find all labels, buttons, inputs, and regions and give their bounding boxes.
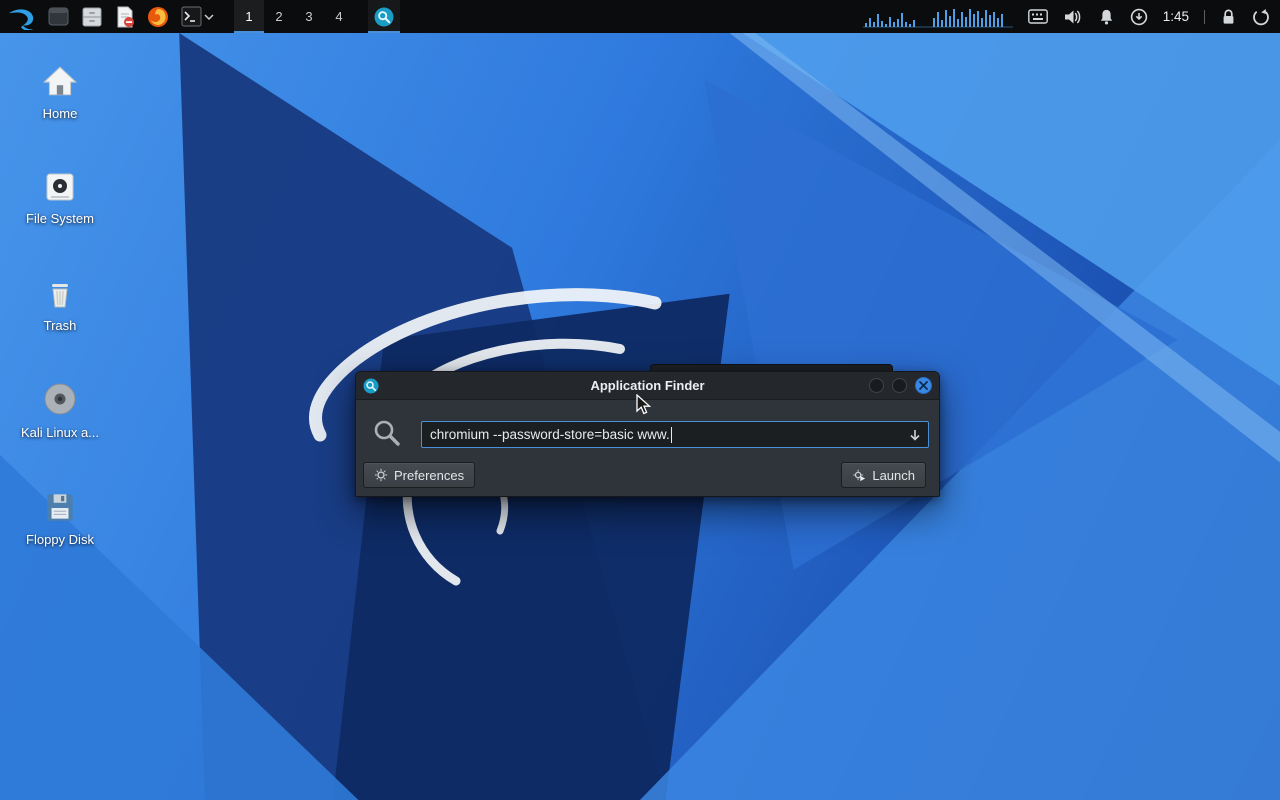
workspace-label: 2 (275, 9, 283, 24)
text-editor-launcher[interactable] (109, 0, 141, 33)
desktop-icon-label: File System (26, 211, 94, 226)
terminal-dropdown[interactable] (204, 0, 220, 33)
search-input[interactable]: chromium --password-store=basic www. (421, 421, 929, 448)
desktop-icon-kali-cdrom[interactable]: Kali Linux a... (8, 377, 112, 440)
close-button[interactable] (915, 377, 932, 394)
home-icon (8, 58, 112, 100)
firefox-launcher[interactable] (141, 0, 175, 33)
taskbar-application-finder[interactable] (368, 0, 400, 33)
kali-menu-icon (8, 8, 34, 30)
window-launcher[interactable] (42, 0, 75, 33)
desktop-icon-label: Home (42, 106, 78, 121)
firefox-icon (148, 6, 168, 27)
app-finder-window-icon (363, 378, 379, 393)
maximize-button[interactable] (892, 378, 907, 393)
session-power-icon[interactable] (1252, 8, 1270, 26)
file-manager-icon (82, 7, 102, 26)
chevron-down-icon (204, 13, 214, 20)
notifications-bell-icon[interactable] (1098, 8, 1115, 26)
search-input-value: chromium --password-store=basic www. (430, 427, 670, 442)
application-finder-window: Application Finder chromium --password-s… (355, 371, 940, 497)
workspace-label: 1 (245, 9, 253, 24)
workspace-4[interactable]: 4 (324, 0, 354, 33)
window-title: Application Finder (590, 378, 705, 393)
disc-icon (8, 377, 112, 419)
top-panel: 1 2 3 4 1:45 (0, 0, 1280, 33)
workspace-1[interactable]: 1 (234, 0, 264, 33)
updates-icon[interactable] (1130, 8, 1148, 26)
file-manager-launcher[interactable] (75, 0, 109, 33)
desktop-icon-file-system[interactable]: File System (8, 163, 112, 226)
desktop-icon-home[interactable]: Home (8, 58, 112, 121)
gear-icon (374, 468, 388, 482)
minimize-button[interactable] (869, 378, 884, 393)
clock[interactable]: 1:45 (1163, 9, 1189, 24)
terminal-launcher[interactable] (175, 0, 204, 33)
cpu-graph[interactable] (862, 6, 1013, 28)
history-dropdown-icon[interactable] (908, 428, 922, 442)
desktop-icon-floppy[interactable]: Floppy Disk (8, 484, 112, 547)
window-icon (48, 7, 69, 26)
text-caret (670, 426, 673, 443)
panel-separator (1204, 9, 1205, 24)
screen: Home File System Trash Kali Linux a... F… (0, 0, 1280, 800)
preferences-button-label: Preferences (394, 467, 465, 483)
lock-icon[interactable] (1220, 8, 1237, 26)
close-icon (919, 381, 928, 390)
keyboard-indicator-icon[interactable] (1027, 9, 1048, 24)
applications-menu-button[interactable] (0, 0, 42, 33)
desktop-icon-trash[interactable]: Trash (8, 270, 112, 333)
search-icon (374, 420, 400, 446)
launch-button[interactable]: Launch (841, 462, 926, 488)
launch-button-label: Launch (872, 467, 915, 483)
volume-icon[interactable] (1063, 8, 1083, 26)
app-finder-task-icon (374, 7, 394, 26)
preferences-button[interactable]: Preferences (363, 462, 476, 488)
workspace-label: 4 (335, 9, 343, 24)
terminal-icon (181, 6, 202, 27)
floppy-icon (8, 484, 112, 526)
file-system-icon (8, 163, 112, 205)
workspace-label: 3 (305, 9, 313, 24)
text-editor-icon (117, 6, 134, 27)
desktop-icon-label: Kali Linux a... (20, 425, 100, 440)
workspace-2[interactable]: 2 (264, 0, 294, 33)
mouse-cursor (636, 394, 652, 415)
trash-icon (8, 270, 112, 312)
desktop-icon-label: Floppy Disk (26, 532, 94, 547)
run-icon (853, 469, 866, 482)
desktop-icon-label: Trash (43, 318, 77, 333)
workspace-3[interactable]: 3 (294, 0, 324, 33)
